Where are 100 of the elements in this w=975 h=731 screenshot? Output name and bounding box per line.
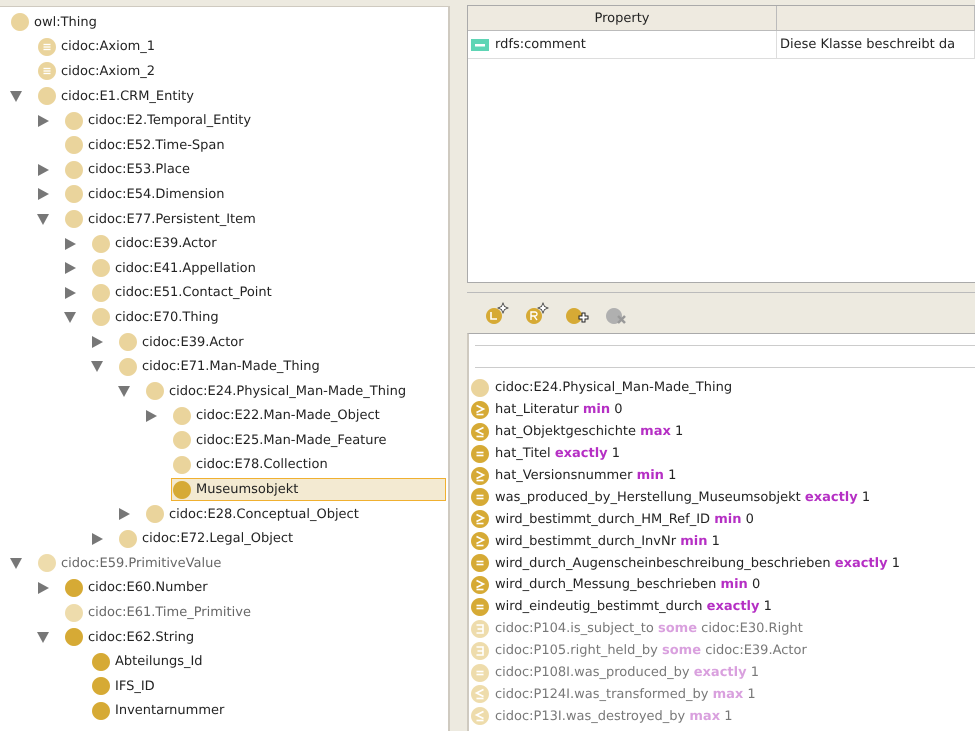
- tree-item[interactable]: cidoc:E28.Conceptual_Object: [144, 502, 446, 526]
- expand-triangle-icon[interactable]: [92, 532, 102, 545]
- description-row[interactable]: was_produced_by_Herstellung_Museumsobjekt exactly 1: [470, 486, 975, 508]
- description-row[interactable]: cidoc:P13I.was_destroyed_by max 1: [470, 705, 975, 728]
- expand-triangle-icon[interactable]: [38, 114, 48, 127]
- tree-item[interactable]: cidoc:E1.CRM_Entity: [36, 84, 446, 108]
- class-icon: [92, 308, 110, 326]
- collapse-triangle-icon[interactable]: [37, 214, 49, 225]
- add-right-icon[interactable]: [525, 302, 549, 326]
- tree-item[interactable]: owl:Thing: [9, 10, 446, 34]
- expand-triangle-icon[interactable]: [64, 262, 76, 274]
- tree-item[interactable]: IFS_ID: [90, 674, 446, 698]
- exactly-restriction-icon: [471, 554, 489, 572]
- expand-triangle-icon[interactable]: [92, 336, 102, 348]
- collapse-triangle-icon[interactable]: [10, 90, 22, 102]
- tree-item[interactable]: cidoc:E39.Actor: [90, 232, 446, 256]
- expand-triangle-icon[interactable]: [64, 286, 76, 299]
- description-text: cidoc:P108I.was_produced_by exactly 1: [495, 665, 759, 680]
- individual-icon: [38, 38, 56, 56]
- description-row[interactable]: cidoc:P104.is_subject_to some cidoc:E30.Right: [470, 618, 975, 640]
- tree-item[interactable]: cidoc:E39.Actor: [117, 330, 446, 354]
- tree-item[interactable]: cidoc:E2.Temporal_Entity: [63, 109, 446, 132]
- tree-item[interactable]: cidoc:E78.Collection: [171, 453, 446, 476]
- min-restriction-icon: [471, 510, 489, 528]
- description-row[interactable]: hat_Literatur min 0: [470, 398, 975, 421]
- tree-item[interactable]: cidoc:E62.String: [63, 626, 446, 649]
- class-icon: [119, 358, 137, 376]
- expand-triangle-icon[interactable]: [38, 582, 48, 594]
- description-row[interactable]: wird_bestimmt_durch_HM_Ref_ID min 0: [470, 508, 975, 530]
- class-icon: [173, 406, 191, 425]
- description-row[interactable]: hat_Versionsnummer min 1: [470, 464, 975, 486]
- description-row[interactable]: cidoc:P124I.was_transformed_by max 1: [470, 683, 975, 706]
- collapse-triangle-icon[interactable]: [10, 558, 22, 569]
- expand-triangle-icon[interactable]: [38, 164, 48, 176]
- tree-item[interactable]: cidoc:E61.Time_Primitive: [63, 601, 446, 624]
- description-row[interactable]: cidoc:P105.right_held_by some cidoc:E39.Actor: [470, 640, 975, 662]
- description-text: wird_durch_Augenscheinbeschreibung_beschrieben exactly 1: [495, 556, 900, 571]
- tree-item[interactable]: cidoc:E71.Man-Made_Thing: [117, 355, 446, 378]
- exactly-restriction-icon: [471, 598, 489, 616]
- tree-item[interactable]: Inventarnummer: [90, 699, 446, 722]
- class-icon: [173, 480, 191, 499]
- collapse-triangle-icon[interactable]: [37, 632, 49, 643]
- description-text: wird_durch_Messung_beschrieben min 0: [495, 577, 760, 592]
- description-text: wird_eindeutig_bestimmt_durch exactly 1: [495, 599, 772, 614]
- description-text: was_produced_by_Herstellung_Museumsobjekt exactly 1: [495, 490, 870, 505]
- tree-item[interactable]: cidoc:E51.Contact_Point: [90, 281, 446, 304]
- tree-item[interactable]: cidoc:E24.Physical_Man-Made_Thing: [144, 380, 446, 403]
- class-icon: [92, 677, 110, 696]
- expand-triangle-icon[interactable]: [64, 238, 76, 250]
- class-icon: [65, 136, 83, 154]
- expand-triangle-icon[interactable]: [38, 188, 48, 200]
- tree-item[interactable]: cidoc:E25.Man-Made_Feature: [171, 428, 446, 452]
- tree-item[interactable]: cidoc:Axiom_2: [36, 60, 446, 83]
- exactly-restriction-icon: [471, 444, 489, 463]
- expand-triangle-icon[interactable]: [146, 410, 156, 422]
- description-row[interactable]: hat_Objektgeschichte max 1: [470, 420, 975, 443]
- exactly-restriction-icon: [471, 664, 489, 682]
- tree-item[interactable]: cidoc:E59.PrimitiveValue: [36, 552, 446, 575]
- tree-item[interactable]: cidoc:E60.Number: [63, 576, 446, 600]
- class-icon: [92, 284, 110, 302]
- max-restriction-icon: [471, 707, 489, 726]
- max-restriction-icon: [471, 685, 489, 704]
- tree-item[interactable]: cidoc:E70.Thing: [90, 306, 446, 329]
- class-icon: [65, 112, 83, 130]
- tree-item[interactable]: cidoc:E22.Man-Made_Object: [171, 404, 446, 428]
- class-icon: [92, 259, 110, 278]
- add-left-icon[interactable]: [485, 302, 509, 326]
- description-text: hat_Titel exactly 1: [495, 446, 620, 462]
- tree-item[interactable]: cidoc:E53.Place: [63, 158, 446, 182]
- tree-item[interactable]: Abteilungs_Id: [90, 650, 446, 674]
- table-cell: Diese Klasse beschreibt da: [777, 31, 975, 58]
- description-text: hat_Versionsnummer min 1: [495, 468, 676, 483]
- description-row[interactable]: wird_eindeutig_bestimmt_durch exactly 1: [470, 596, 975, 618]
- class-icon: [92, 652, 110, 671]
- tree-item[interactable]: cidoc:Axiom_1: [36, 35, 446, 58]
- description-row[interactable]: cidoc:E24.Physical_Man-Made_Thing: [470, 377, 975, 399]
- tree-item[interactable]: cidoc:E54.Dimension: [63, 182, 446, 206]
- description-text: wird_bestimmt_durch_HM_Ref_ID min 0: [495, 512, 754, 527]
- tree-item[interactable]: cidoc:E77.Persistent_Item: [63, 208, 446, 231]
- class-icon: [65, 628, 83, 646]
- description-row[interactable]: cidoc:P108I.was_produced_by exactly 1: [470, 662, 975, 684]
- class-icon: [38, 87, 56, 106]
- tree-item[interactable]: cidoc:E52.Time-Span: [63, 134, 446, 157]
- tree-item[interactable]: cidoc:E72.Legal_Object: [117, 527, 446, 550]
- expand-triangle-icon[interactable]: [118, 508, 130, 520]
- class-icon: [146, 382, 164, 400]
- tree-item[interactable]: Museumsobjekt: [171, 478, 446, 502]
- tree-item[interactable]: cidoc:E41.Appellation: [90, 256, 446, 280]
- collapse-triangle-icon[interactable]: [118, 386, 130, 397]
- class-icon: [65, 210, 83, 228]
- description-row[interactable]: hat_Titel exactly 1: [470, 442, 975, 465]
- description-row[interactable]: wird_durch_Augenscheinbeschreibung_beschrieben exactly 1: [470, 552, 975, 574]
- collapse-triangle-icon[interactable]: [64, 312, 76, 323]
- description-row[interactable]: wird_bestimmt_durch_InvNr min 1: [470, 530, 975, 552]
- description-row[interactable]: wird_durch_Messung_beschrieben min 0: [470, 574, 975, 596]
- description-text: cidoc:P104.is_subject_to some cidoc:E30.Right: [495, 621, 803, 636]
- description-text: cidoc:P124I.was_transformed_by max 1: [495, 686, 756, 702]
- collapse-triangle-icon[interactable]: [91, 361, 103, 372]
- class-icon: [65, 185, 83, 204]
- property-name: rdfs:comment: [495, 37, 586, 52]
